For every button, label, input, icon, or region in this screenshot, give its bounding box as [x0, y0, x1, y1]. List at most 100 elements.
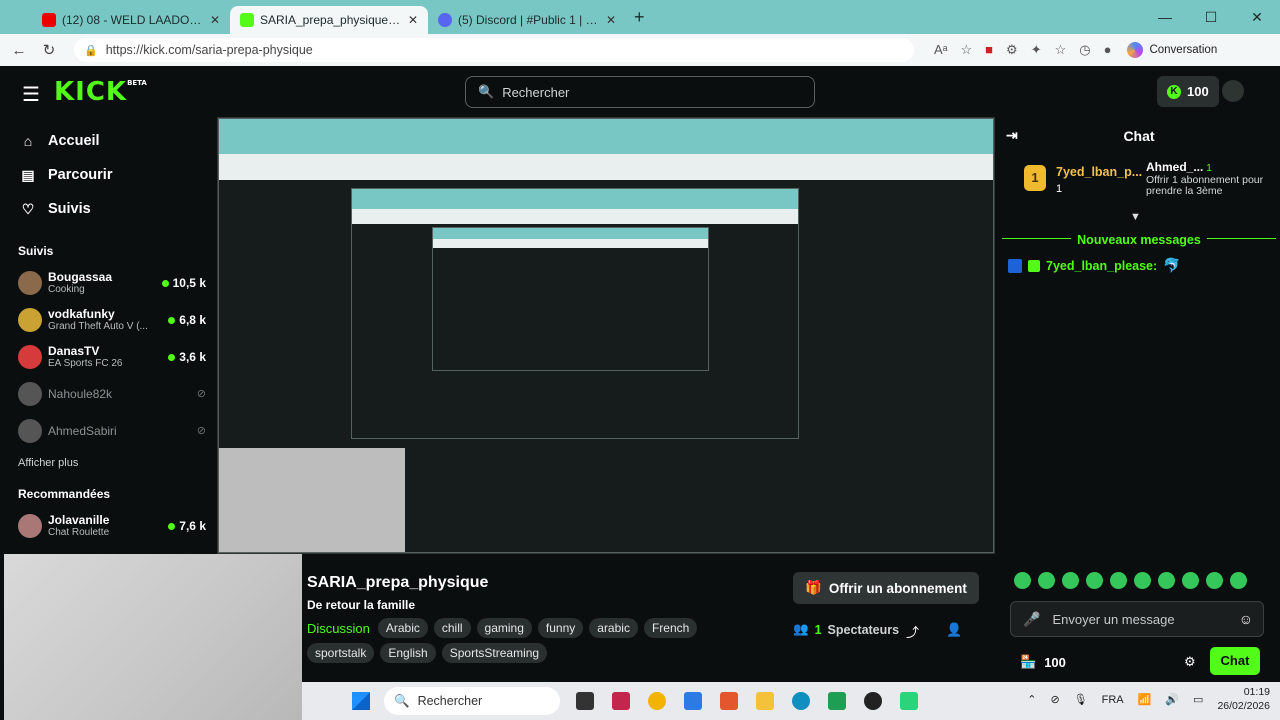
app-icon[interactable]: [720, 692, 738, 710]
channel-item[interactable]: AhmedSabiri ⊘: [4, 412, 216, 449]
emoji-icon[interactable]: ☺: [1239, 611, 1253, 627]
emote-icon[interactable]: [1230, 572, 1247, 589]
extension-icon[interactable]: ■: [985, 42, 993, 58]
app-tray-icon[interactable]: ⊘: [1050, 693, 1059, 706]
video-player[interactable]: [217, 117, 995, 554]
wifi-icon[interactable]: 📶: [1138, 693, 1152, 706]
emote-icon[interactable]: [1038, 572, 1055, 589]
close-icon[interactable]: ✕: [606, 13, 616, 27]
reload-icon[interactable]: ↻: [34, 41, 64, 59]
app-icon[interactable]: [828, 692, 846, 710]
emote-icon[interactable]: [1086, 572, 1103, 589]
tag[interactable]: chill: [433, 618, 471, 638]
app-icon[interactable]: [864, 692, 882, 710]
url-field[interactable]: 🔒 https://kick.com/saria-prepa-physique: [74, 38, 914, 62]
profile-icon[interactable]: ●: [1104, 42, 1112, 58]
read-aloud-icon[interactable]: Aᵃ: [934, 42, 948, 58]
channel-item[interactable]: vodkafunky Grand Theft Auto V (... 6,8 k: [4, 301, 216, 338]
browser-tabbar: (12) 08 - WELD LAADOUL (lyr ✕ SARIA_prep…: [0, 0, 1280, 34]
user-avatar[interactable]: [1222, 80, 1244, 102]
volume-icon[interactable]: 🔊: [1165, 693, 1179, 706]
back-icon[interactable]: ←: [4, 42, 34, 59]
points-store-icon: 🏪: [1020, 654, 1037, 669]
folder-icon[interactable]: [756, 692, 774, 710]
extensions-icon[interactable]: ✦: [1031, 42, 1042, 58]
chat-username[interactable]: 7yed_lban_please:: [1046, 259, 1157, 273]
new-tab-button[interactable]: +: [634, 7, 645, 28]
app-icon[interactable]: [576, 692, 594, 710]
chrome-icon[interactable]: [648, 692, 666, 710]
channel-game: EA Sports FC 26: [48, 358, 123, 369]
follow-user-icon[interactable]: 👤: [946, 622, 962, 638]
collapse-chat-icon[interactable]: ⇥: [1006, 127, 1018, 144]
category-link[interactable]: Discussion: [307, 621, 370, 636]
stream-title[interactable]: SARIA_prepa_physique: [307, 574, 488, 592]
send-chat-button[interactable]: Chat: [1210, 647, 1260, 675]
site-info-icon[interactable]: 🔒: [84, 44, 98, 57]
tag[interactable]: Arabic: [377, 618, 428, 638]
puzzle-icon[interactable]: ⚙: [1006, 42, 1018, 58]
channel-item[interactable]: Jolavanille Chat Roulette 7,6 k: [4, 507, 216, 544]
emote-icon[interactable]: [1134, 572, 1151, 589]
search-input[interactable]: 🔍 Rechercher: [465, 76, 815, 108]
emote-icon[interactable]: [1014, 572, 1031, 589]
emote-icon[interactable]: [1206, 572, 1223, 589]
app-icon[interactable]: [612, 692, 630, 710]
expand-icon[interactable]: ▼: [1130, 211, 1141, 223]
tag[interactable]: SportsStreaming: [441, 643, 548, 663]
channel-game: Chat Roulette: [48, 527, 110, 538]
sidebar-item-parcourir[interactable]: ▤ Parcourir: [4, 158, 216, 192]
emote-icon[interactable]: [1062, 572, 1079, 589]
gift-subscription-button[interactable]: 🎁 Offrir un abonnement: [793, 572, 979, 604]
gear-icon[interactable]: ⚙: [1184, 654, 1196, 670]
gifter-name[interactable]: Ahmed_...: [1146, 160, 1203, 174]
search-icon: 🔍: [394, 693, 410, 708]
channel-item[interactable]: Bougassaa Cooking 10,5 k: [4, 264, 216, 301]
browser-tab-discord[interactable]: (5) Discord | #⁠Public 1 | SARIA ✕: [428, 6, 626, 34]
windows-start-icon[interactable]: [352, 692, 370, 710]
emote-icon[interactable]: [1110, 572, 1127, 589]
browser-tab-youtube[interactable]: (12) 08 - WELD LAADOUL (lyr ✕: [32, 6, 230, 34]
tag[interactable]: sportstalk: [307, 643, 375, 663]
history-icon[interactable]: ◷: [1079, 42, 1090, 58]
show-more-link[interactable]: Afficher plus: [4, 457, 216, 469]
minimize-icon[interactable]: —: [1142, 0, 1188, 34]
favorite-icon[interactable]: ☆: [961, 42, 973, 58]
emote-icon[interactable]: [1158, 572, 1175, 589]
mic-tray-icon[interactable]: 🎙: [1074, 693, 1088, 706]
chat-points[interactable]: 🏪 100: [1020, 654, 1066, 670]
battery-icon[interactable]: ▭: [1193, 693, 1203, 706]
pinned-user[interactable]: 7yed_lban_p...: [1056, 165, 1142, 179]
tag[interactable]: gaming: [476, 618, 532, 638]
maximize-icon[interactable]: ☐: [1188, 0, 1234, 34]
tag[interactable]: French: [643, 618, 698, 638]
nested-addressbar: [351, 209, 799, 225]
share-icon[interactable]: ⤴: [906, 622, 919, 641]
favorites-icon[interactable]: ☆: [1055, 42, 1067, 58]
tag[interactable]: funny: [537, 618, 584, 638]
kick-logo[interactable]: KICKBETA: [54, 77, 147, 107]
close-icon[interactable]: ✕: [210, 13, 220, 27]
tag[interactable]: arabic: [589, 618, 638, 638]
menu-icon[interactable]: ☰: [22, 82, 40, 107]
close-icon[interactable]: ✕: [408, 13, 418, 27]
mic-icon[interactable]: 🎤: [1023, 611, 1040, 628]
browser-tab-kick[interactable]: SARIA_prepa_physique Strea ✕: [230, 6, 428, 34]
tag[interactable]: English: [380, 643, 436, 663]
channel-item[interactable]: Nahoule82k ⊘: [4, 375, 216, 412]
close-window-icon[interactable]: ✕: [1234, 0, 1280, 34]
clock[interactable]: 01:19 26/02/2026: [1217, 686, 1270, 713]
app-icon[interactable]: [900, 692, 918, 710]
sidebar-item-suivis[interactable]: ♡ Suivis: [4, 192, 216, 226]
chevron-up-icon[interactable]: ⌃: [1027, 693, 1036, 706]
emote-icon[interactable]: [1182, 572, 1199, 589]
points-badge[interactable]: K 100: [1157, 76, 1219, 107]
taskbar-search[interactable]: 🔍 Rechercher: [384, 687, 560, 715]
channel-item[interactable]: DanasTV EA Sports FC 26 3,6 k: [4, 338, 216, 375]
app-icon[interactable]: [684, 692, 702, 710]
language-indicator[interactable]: FRA: [1102, 694, 1124, 706]
sidebar-item-accueil[interactable]: ⌂ Accueil: [4, 124, 216, 158]
copilot-button[interactable]: Conversation: [1127, 42, 1217, 58]
edge-icon[interactable]: [792, 692, 810, 710]
chat-input[interactable]: 🎤 Envoyer un message ☺: [1010, 601, 1264, 637]
